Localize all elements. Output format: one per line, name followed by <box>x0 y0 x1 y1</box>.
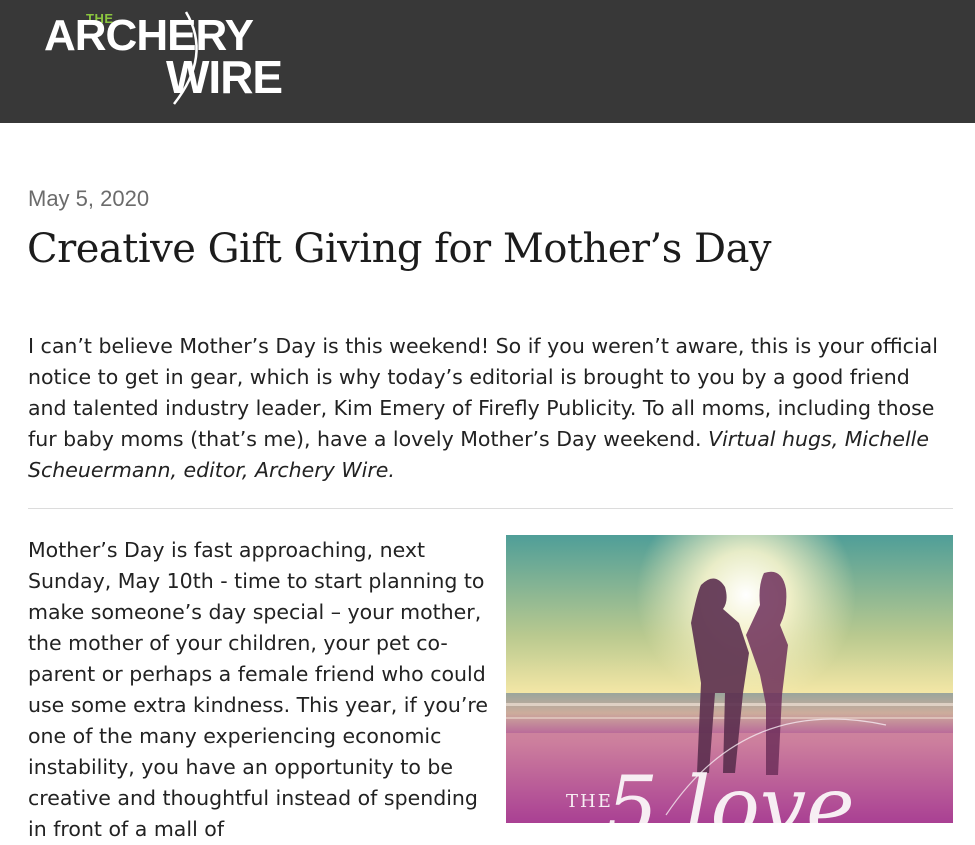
article-body: Mother’s Day is fast approaching, next S… <box>28 538 488 841</box>
bow-arc-icon <box>173 11 198 105</box>
divider <box>28 508 953 509</box>
cover-title-text: 5 love <box>606 760 855 823</box>
site-header: THE ARCHERY WIRE <box>0 0 975 123</box>
archery-wire-logo[interactable]: THE ARCHERY WIRE <box>44 8 344 108</box>
article-date: May 5, 2020 <box>28 186 150 211</box>
book-cover-image[interactable]: THE 5 love <box>506 535 953 823</box>
editor-intro: I can’t believe Mother’s Day is this wee… <box>28 331 953 486</box>
book-cover-art: THE 5 love <box>506 535 953 823</box>
article-title: Creative Gift Giving for Mother’s Day <box>27 226 772 272</box>
